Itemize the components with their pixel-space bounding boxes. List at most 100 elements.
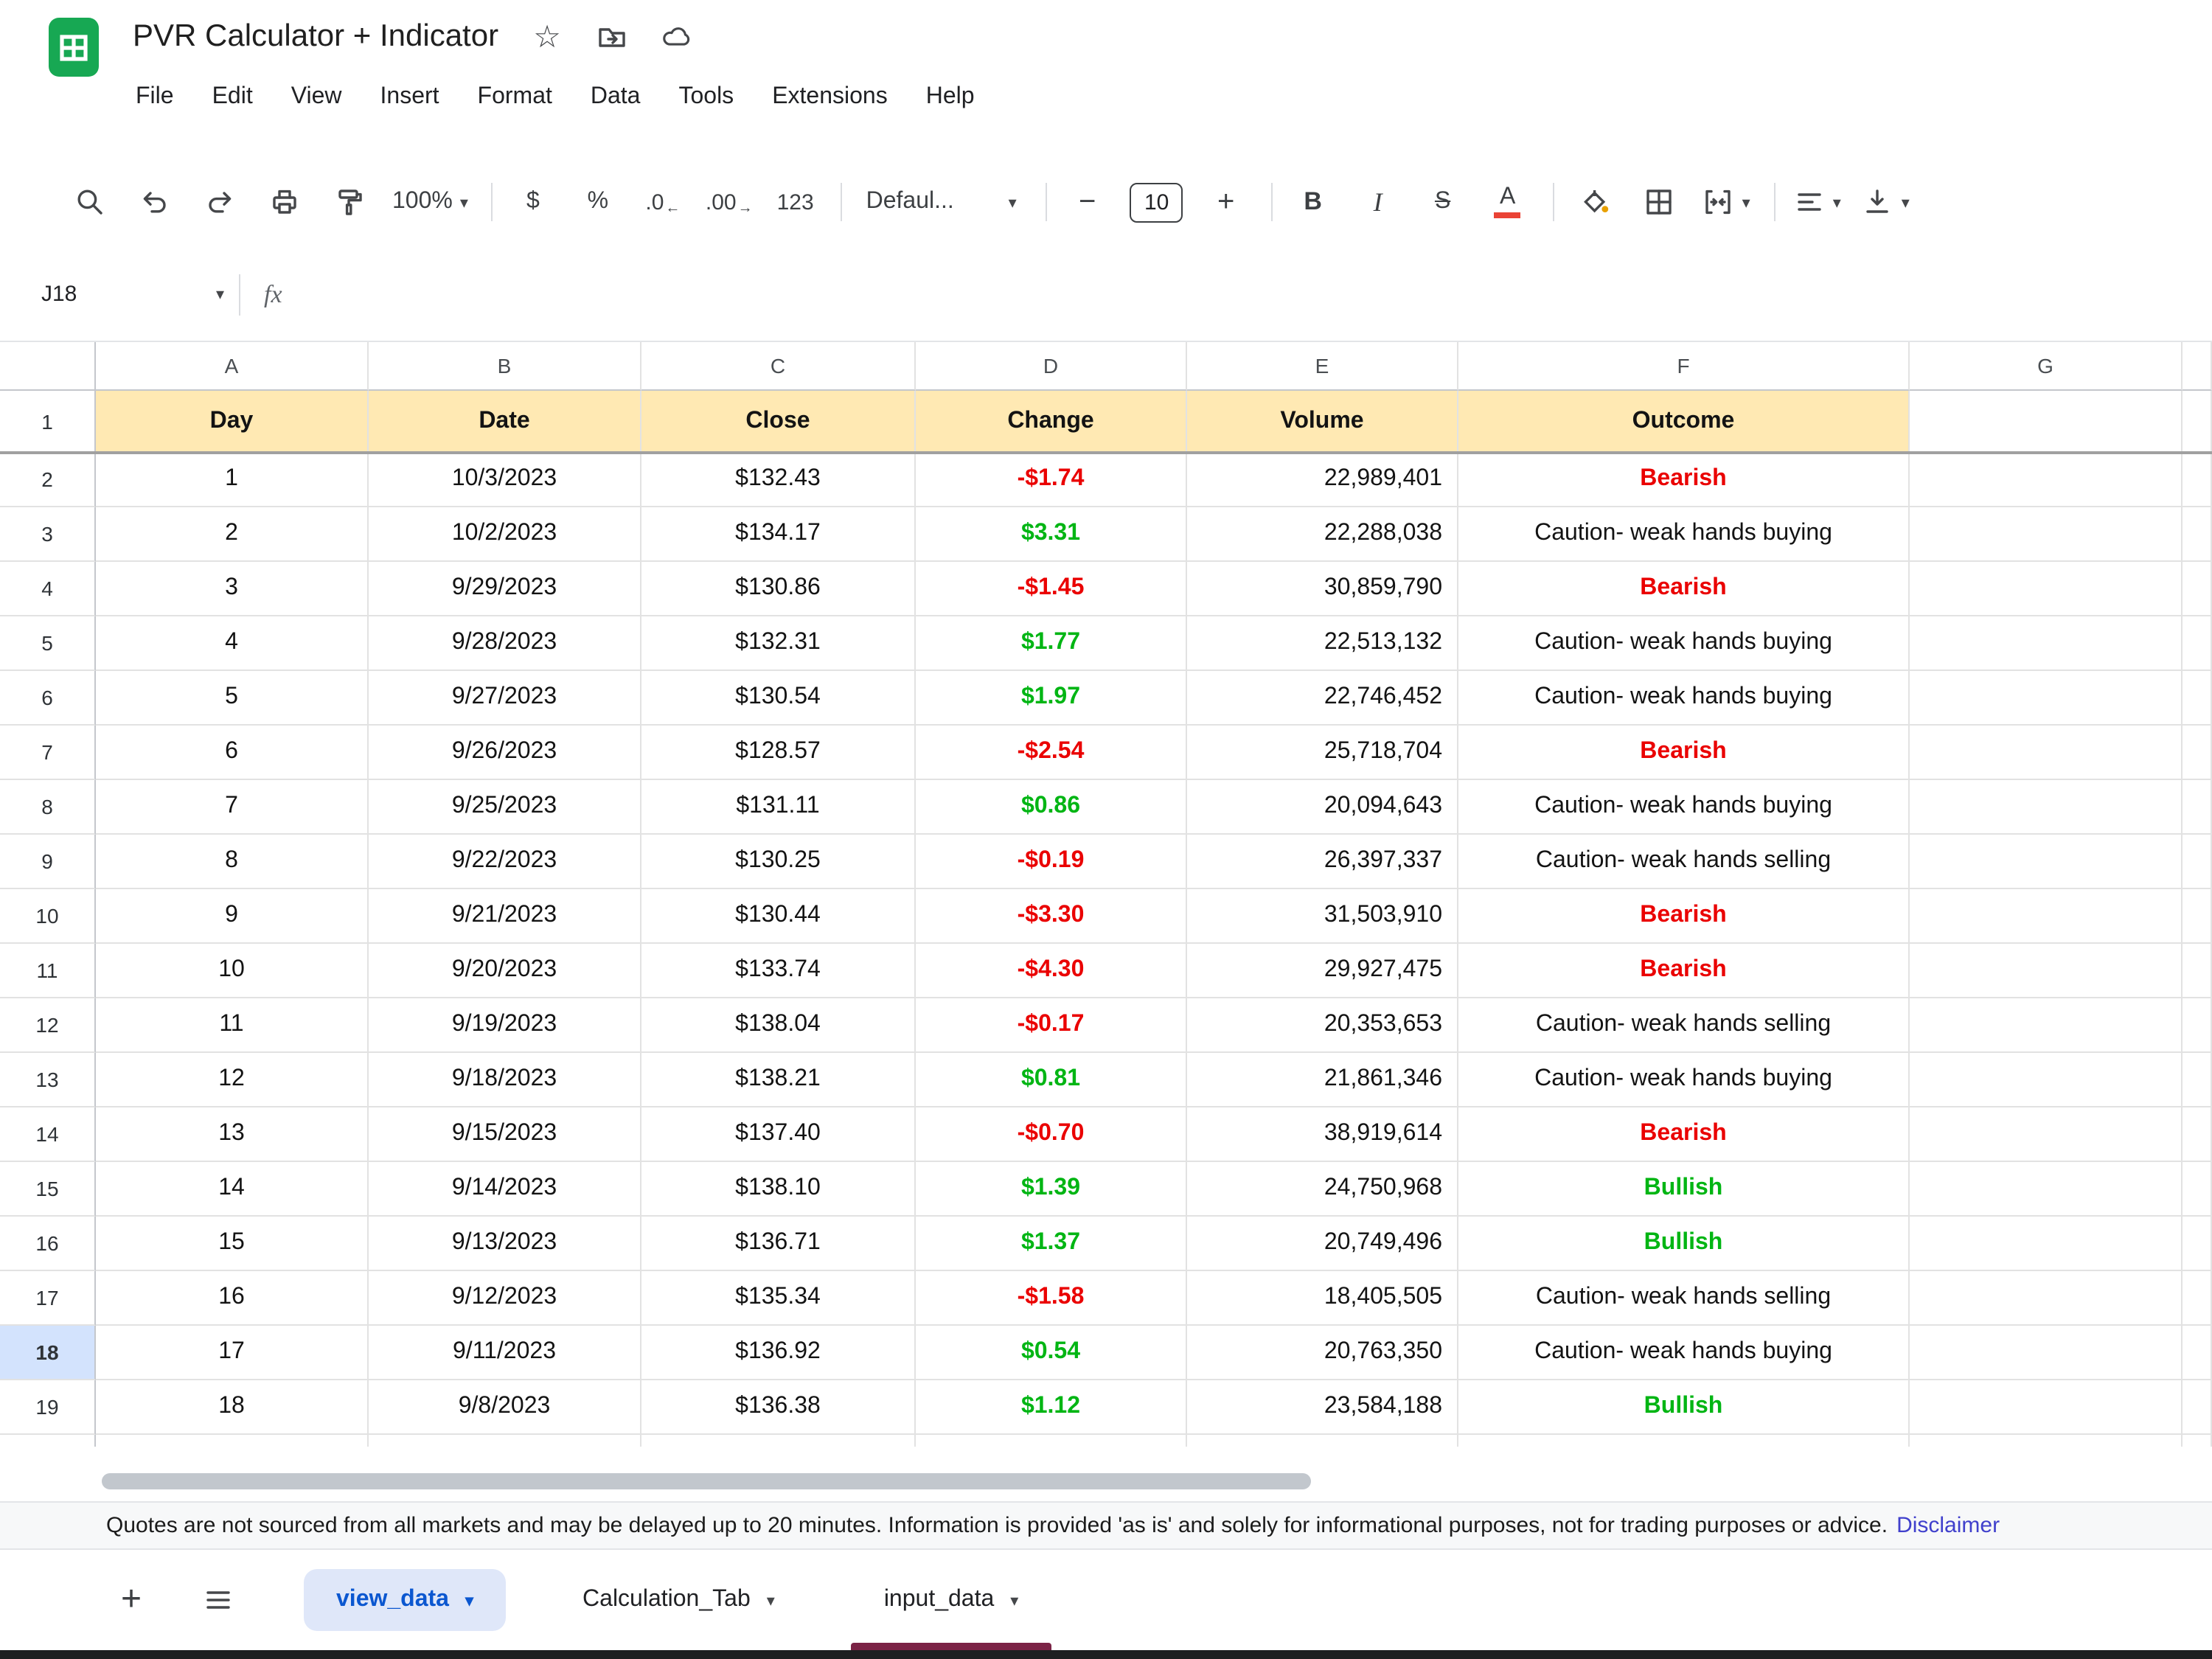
cell-volume[interactable]: 20,094,643	[1187, 780, 1458, 835]
zoom-select[interactable]: 100%	[392, 177, 468, 227]
cell-close[interactable]: $130.54	[641, 671, 916, 726]
cell-empty[interactable]	[1910, 726, 2183, 780]
cell-empty[interactable]	[1910, 671, 2183, 726]
header-cell-date[interactable]: Date	[369, 391, 641, 453]
cell-date[interactable]: 9/28/2023	[369, 616, 641, 671]
cell-date[interactable]: 9/19/2023	[369, 998, 641, 1053]
cell-empty[interactable]	[2183, 1217, 2212, 1271]
cell-date[interactable]: 9/27/2023	[369, 671, 641, 726]
cell-empty[interactable]	[1910, 1053, 2183, 1107]
cell-outcome[interactable]: Bearish	[1458, 1107, 1910, 1162]
cell-volume[interactable]: 20,353,653	[1187, 998, 1458, 1053]
chevron-down-icon[interactable]	[1010, 1590, 1018, 1610]
cell-date[interactable]: 9/11/2023	[369, 1326, 641, 1380]
cell-outcome[interactable]: Caution- weak hands buying	[1458, 507, 1910, 562]
row-header-10[interactable]: 10	[0, 889, 96, 944]
menu-insert[interactable]: Insert	[380, 84, 439, 111]
cell-close[interactable]: $137.40	[641, 1107, 916, 1162]
disclaimer-link[interactable]: Disclaimer	[1896, 1513, 2000, 1538]
cell-change[interactable]: $3.31	[916, 507, 1187, 562]
vertical-align-button[interactable]	[1862, 177, 1910, 227]
scrollbar-thumb[interactable]	[102, 1473, 1311, 1489]
cell-day[interactable]: 3	[96, 562, 369, 616]
add-sheet-button[interactable]	[112, 1582, 150, 1618]
search-button[interactable]	[68, 177, 112, 227]
cell-volume[interactable]: 29,927,475	[1187, 944, 1458, 998]
cell-date[interactable]: 9/14/2023	[369, 1162, 641, 1217]
cell-change[interactable]: -$1.74	[916, 453, 1187, 507]
cell-empty[interactable]	[2183, 562, 2212, 616]
cell-outcome[interactable]: Caution- weak hands buying	[1458, 616, 1910, 671]
decrease-decimal-button[interactable]: .0	[641, 177, 685, 227]
cell-close[interactable]: $135.34	[641, 1271, 916, 1326]
cell-change[interactable]: $1.37	[916, 1217, 1187, 1271]
cell-outcome[interactable]: Caution- weak hands buying	[1458, 1053, 1910, 1107]
cell-volume[interactable]: 25,718,704	[1187, 726, 1458, 780]
row-header-2[interactable]: 2	[0, 453, 96, 507]
merge-cells-button[interactable]	[1703, 177, 1750, 227]
cell-empty[interactable]	[1910, 835, 2183, 889]
header-cell-volume[interactable]: Volume	[1187, 391, 1458, 453]
cell-date[interactable]: 9/18/2023	[369, 1053, 641, 1107]
cell-volume[interactable]: 22,513,132	[1187, 616, 1458, 671]
column-header-D[interactable]: D	[916, 342, 1187, 391]
cell-empty[interactable]	[1187, 1435, 1458, 1447]
cell-outcome[interactable]: Bearish	[1458, 944, 1910, 998]
italic-button[interactable]: I	[1356, 177, 1400, 227]
row-header-11[interactable]: 11	[0, 944, 96, 998]
cell-empty[interactable]	[916, 1435, 1187, 1447]
menu-tools[interactable]: Tools	[678, 84, 734, 111]
cell-empty[interactable]	[1910, 1162, 2183, 1217]
cell-volume[interactable]: 31,503,910	[1187, 889, 1458, 944]
cell-day[interactable]: 15	[96, 1217, 369, 1271]
tab-Calculation_Tab[interactable]: Calculation_Tab	[550, 1569, 807, 1631]
cell-day[interactable]: 13	[96, 1107, 369, 1162]
row-header-17[interactable]: 17	[0, 1271, 96, 1326]
cell-empty[interactable]	[1910, 889, 2183, 944]
cell-day[interactable]: 18	[96, 1380, 369, 1435]
header-cell-day[interactable]: Day	[96, 391, 369, 453]
cell-close[interactable]: $136.92	[641, 1326, 916, 1380]
cell-empty[interactable]	[1910, 998, 2183, 1053]
cell-day[interactable]: 4	[96, 616, 369, 671]
cell-outcome[interactable]: Caution- weak hands selling	[1458, 835, 1910, 889]
cell-empty[interactable]	[96, 1435, 369, 1447]
number-format-button[interactable]: 123	[773, 177, 818, 227]
cell-day[interactable]: 5	[96, 671, 369, 726]
cell-day[interactable]: 14	[96, 1162, 369, 1217]
sheets-logo[interactable]	[44, 15, 103, 87]
row-header-partial[interactable]	[0, 1435, 96, 1447]
cell-empty[interactable]	[369, 1435, 641, 1447]
cell-empty[interactable]	[2183, 1107, 2212, 1162]
cell-empty[interactable]	[2183, 1326, 2212, 1380]
menu-data[interactable]: Data	[591, 84, 641, 111]
font-size-input[interactable]: 10	[1130, 182, 1183, 222]
cell-date[interactable]: 9/29/2023	[369, 562, 641, 616]
cell-volume[interactable]: 38,919,614	[1187, 1107, 1458, 1162]
cell-empty[interactable]	[1458, 1435, 1910, 1447]
row-header-18[interactable]: 18	[0, 1326, 96, 1380]
cell-empty[interactable]	[2183, 889, 2212, 944]
cell-empty[interactable]	[1910, 1107, 2183, 1162]
chevron-down-icon[interactable]	[465, 1590, 473, 1610]
header-cell-close[interactable]: Close	[641, 391, 916, 453]
row-header-16[interactable]: 16	[0, 1217, 96, 1271]
row-header-4[interactable]: 4	[0, 562, 96, 616]
header-cell-empty[interactable]	[2183, 391, 2212, 453]
select-all-corner[interactable]	[0, 342, 96, 391]
cell-volume[interactable]: 22,746,452	[1187, 671, 1458, 726]
cell-empty[interactable]	[2183, 507, 2212, 562]
cell-empty[interactable]	[2183, 726, 2212, 780]
cell-empty[interactable]	[1910, 453, 2183, 507]
column-header-G[interactable]: G	[1910, 342, 2183, 391]
row-header-1[interactable]: 1	[0, 391, 96, 453]
cell-close[interactable]: $134.17	[641, 507, 916, 562]
cell-close[interactable]: $132.31	[641, 616, 916, 671]
cell-close[interactable]: $136.38	[641, 1380, 916, 1435]
cell-outcome[interactable]: Bullish	[1458, 1217, 1910, 1271]
cell-change[interactable]: -$2.54	[916, 726, 1187, 780]
cell-change[interactable]: -$0.17	[916, 998, 1187, 1053]
cell-outcome[interactable]: Bullish	[1458, 1162, 1910, 1217]
cell-empty[interactable]	[2183, 835, 2212, 889]
cell-empty[interactable]	[2183, 998, 2212, 1053]
